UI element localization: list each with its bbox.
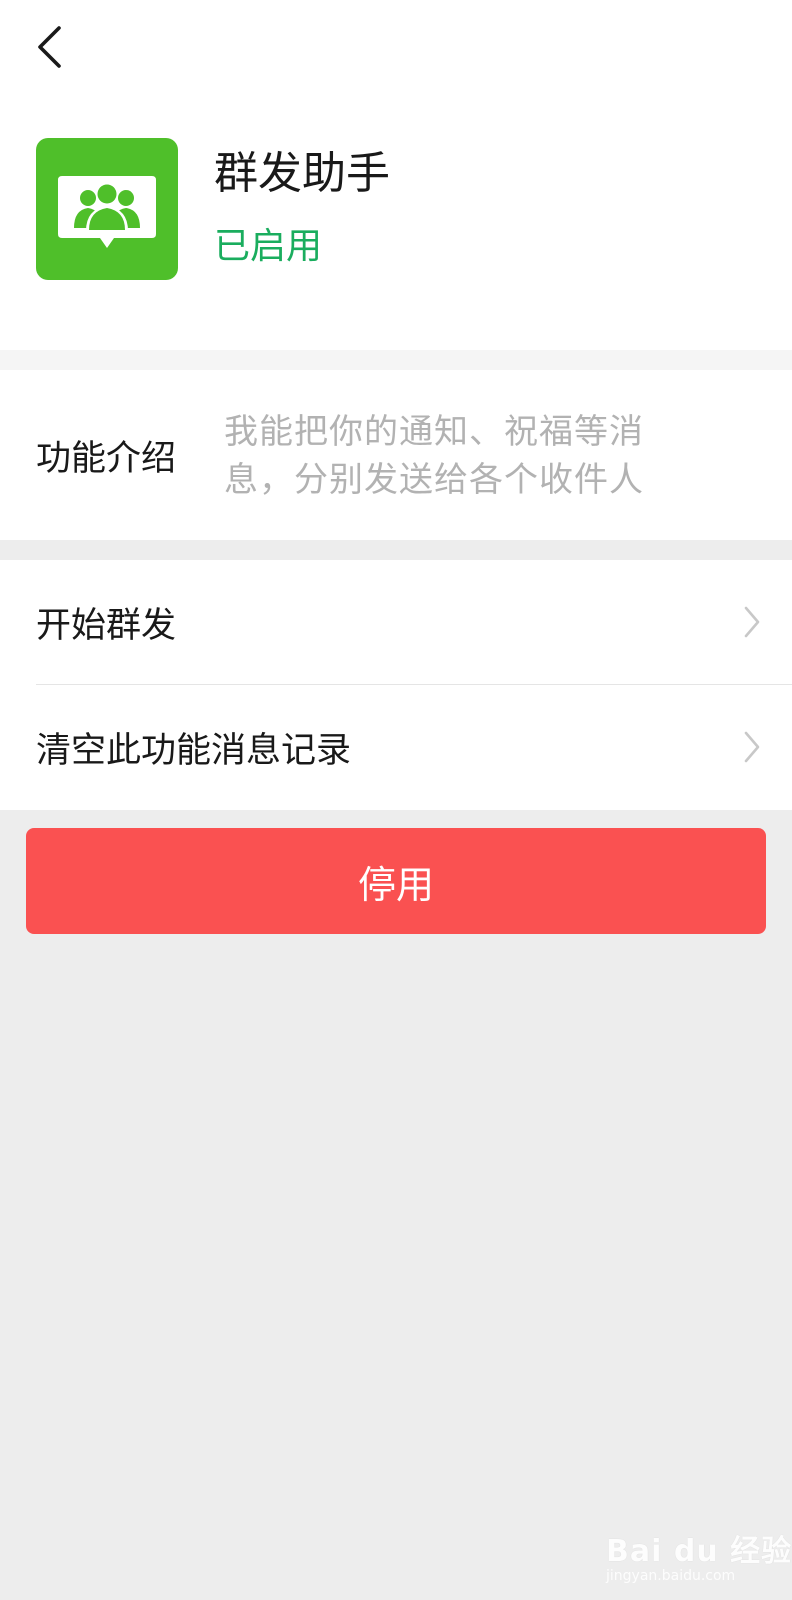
disable-button[interactable]: 停用 [26,828,766,934]
watermark-brand: Bai du 经验 [606,1534,792,1569]
clear-history-label: 清空此功能消息记录 [36,730,352,771]
app-title: 群发助手 [214,148,390,199]
actions-list: 开始群发 清空此功能消息记录 [0,560,792,810]
feature-intro-label: 功能介绍 [36,438,177,479]
section-gap [0,540,792,560]
back-button[interactable] [24,22,74,72]
app-header-card: 群发助手 已启用 [0,0,792,350]
start-broadcast-label: 开始群发 [36,605,177,646]
clear-history-item[interactable]: 清空此功能消息记录 [0,685,792,809]
chevron-right-icon [744,606,760,638]
app-status: 已启用 [214,226,323,267]
group-broadcast-icon [58,176,156,248]
section-gap [0,350,792,370]
watermark-url: jingyan.baidu.com [606,1568,736,1584]
baidu-jingyan-watermark: Bai du 经验 jingyan.baidu.com [606,1490,791,1590]
feature-intro-text: 我能把你的通知、祝福等消息，分别发送给各个收件人 [224,412,644,500]
chevron-left-icon [38,26,61,68]
feature-intro-row: 功能介绍 我能把你的通知、祝福等消息，分别发送给各个收件人 [0,370,792,540]
app-icon [36,138,178,280]
chevron-right-icon [744,731,760,763]
start-broadcast-item[interactable]: 开始群发 [0,560,792,684]
